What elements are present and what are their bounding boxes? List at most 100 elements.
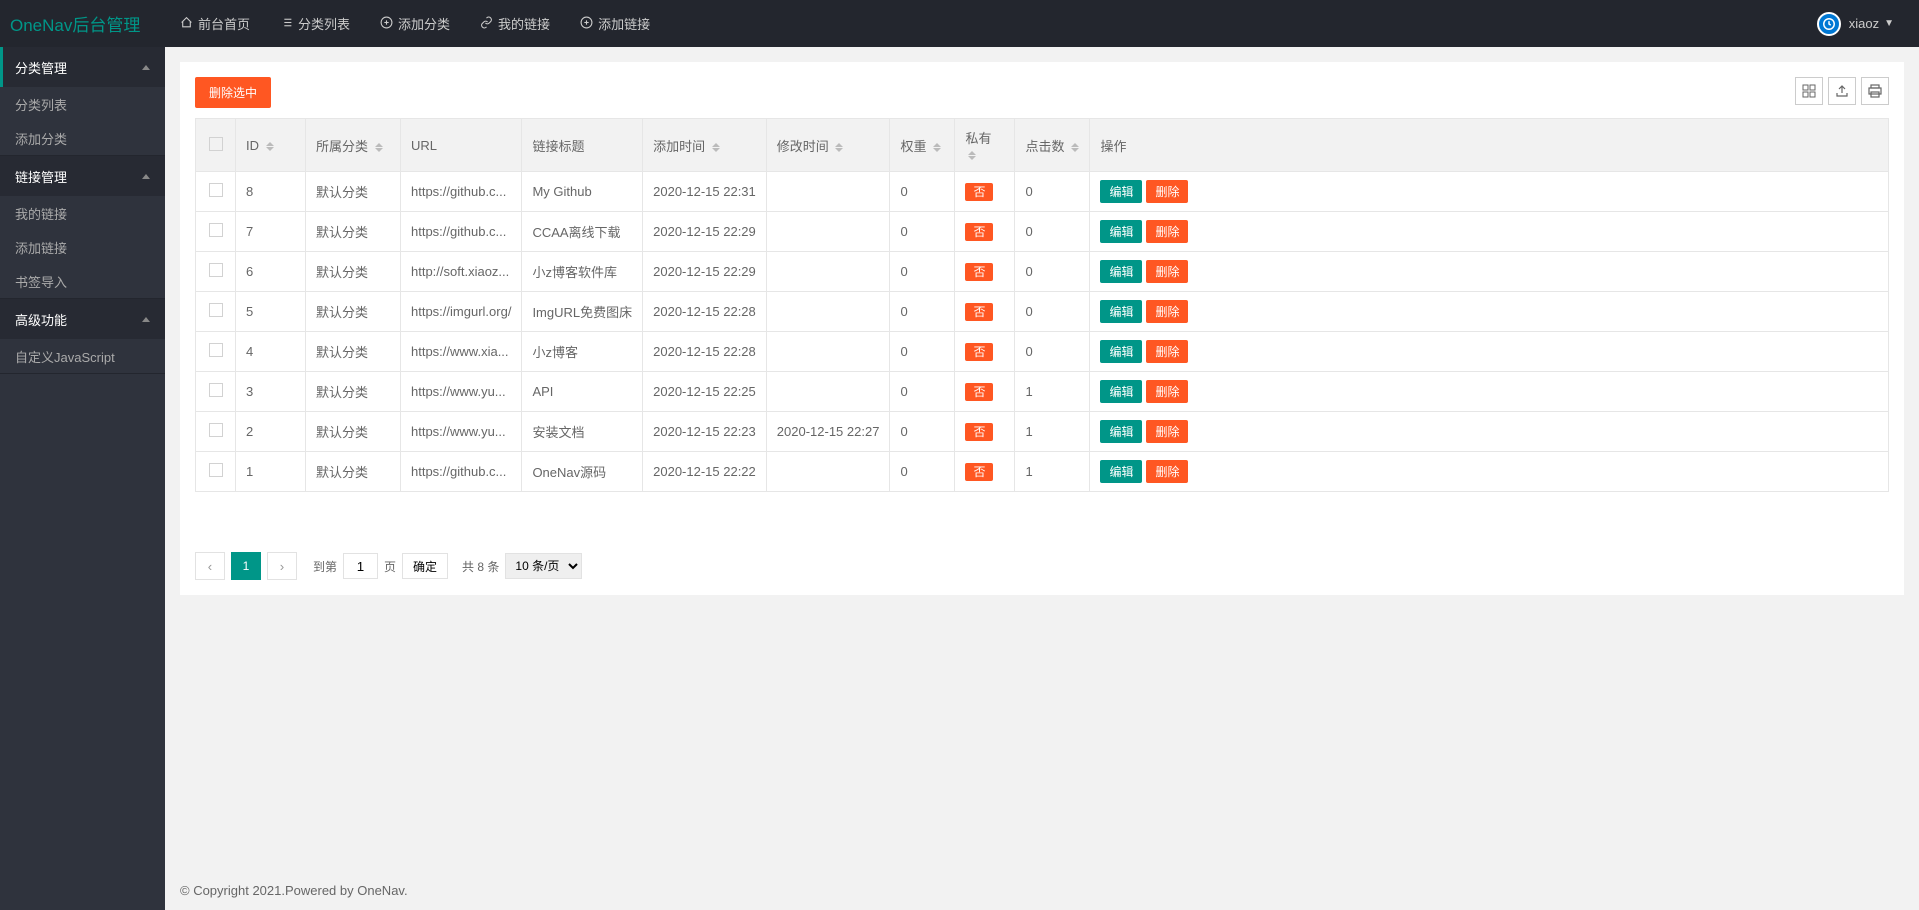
cell-weight: 0	[890, 252, 955, 292]
row-checkbox[interactable]	[209, 183, 223, 197]
row-checkbox[interactable]	[209, 463, 223, 477]
th-weight[interactable]: 权重	[890, 119, 955, 172]
th-id[interactable]: ID	[236, 119, 306, 172]
cell-category: 默认分类	[306, 452, 401, 492]
cell-modtime	[766, 372, 890, 412]
select-all-checkbox[interactable]	[209, 137, 223, 151]
footer: © Copyright 2021.Powered by OneNav.	[165, 871, 1919, 910]
row-checkbox[interactable]	[209, 263, 223, 277]
cell-action: 编辑删除	[1090, 212, 1889, 252]
sort-icon[interactable]	[375, 143, 383, 152]
delete-button[interactable]: 删除	[1146, 460, 1188, 483]
side-item-1-0[interactable]: 我的链接	[0, 196, 165, 230]
th-category[interactable]: 所属分类	[306, 119, 401, 172]
link-icon	[480, 16, 493, 32]
cell-clicks: 1	[1015, 372, 1090, 412]
delete-button[interactable]: 删除	[1146, 380, 1188, 403]
edit-button[interactable]: 编辑	[1100, 260, 1142, 283]
row-checkbox[interactable]	[209, 343, 223, 357]
goto-confirm-button[interactable]: 确定	[402, 553, 448, 579]
delete-button[interactable]: 删除	[1146, 180, 1188, 203]
edit-button[interactable]: 编辑	[1100, 180, 1142, 203]
columns-icon[interactable]	[1795, 77, 1823, 105]
side-group-2[interactable]: 高级功能	[0, 299, 165, 339]
cell-category: 默认分类	[306, 252, 401, 292]
row-checkbox[interactable]	[209, 223, 223, 237]
cell-category: 默认分类	[306, 372, 401, 412]
nav-2[interactable]: 添加分类	[365, 0, 465, 47]
cell-clicks: 0	[1015, 212, 1090, 252]
cell-action: 编辑删除	[1090, 252, 1889, 292]
edit-button[interactable]: 编辑	[1100, 300, 1142, 323]
cell-weight: 0	[890, 212, 955, 252]
private-no-tag: 否	[965, 343, 993, 361]
cell-modtime	[766, 452, 890, 492]
side-group-0[interactable]: 分类管理	[0, 47, 165, 87]
cell-private: 否	[955, 332, 1015, 372]
print-icon[interactable]	[1861, 77, 1889, 105]
delete-selected-button[interactable]: 删除选中	[195, 77, 271, 108]
cell-category: 默认分类	[306, 292, 401, 332]
side-item-1-1[interactable]: 添加链接	[0, 230, 165, 264]
edit-button[interactable]: 编辑	[1100, 460, 1142, 483]
total-label: 共 8 条	[462, 558, 499, 575]
nav-1[interactable]: 分类列表	[265, 0, 365, 47]
sort-icon[interactable]	[1071, 143, 1079, 152]
main-content: 删除选中 ID 所属分类 URL 链接标题 添加时间 修改时间 权重 私有 点击…	[165, 47, 1919, 610]
nav-0[interactable]: 前台首页	[165, 0, 265, 47]
table-row: 2 默认分类 https://www.yu... 安装文档 2020-12-15…	[196, 412, 1889, 452]
sort-icon[interactable]	[835, 143, 843, 152]
th-addtime[interactable]: 添加时间	[643, 119, 767, 172]
app-logo[interactable]: OneNav后台管理	[0, 11, 165, 36]
table-row: 8 默认分类 https://github.c... My Github 202…	[196, 172, 1889, 212]
export-icon[interactable]	[1828, 77, 1856, 105]
th-clicks[interactable]: 点击数	[1015, 119, 1090, 172]
side-item-0-0[interactable]: 分类列表	[0, 87, 165, 121]
cell-url: http://soft.xiaoz...	[401, 252, 522, 292]
cell-category: 默认分类	[306, 332, 401, 372]
delete-button[interactable]: 删除	[1146, 220, 1188, 243]
links-table: ID 所属分类 URL 链接标题 添加时间 修改时间 权重 私有 点击数 操作 …	[195, 118, 1889, 492]
delete-button[interactable]: 删除	[1146, 300, 1188, 323]
cell-url: https://www.yu...	[401, 412, 522, 452]
cell-action: 编辑删除	[1090, 412, 1889, 452]
user-menu[interactable]: xiaoz ▼	[1807, 12, 1904, 36]
cell-action: 编辑删除	[1090, 172, 1889, 212]
sort-icon[interactable]	[933, 143, 941, 152]
row-checkbox[interactable]	[209, 423, 223, 437]
next-page-button[interactable]: ›	[267, 552, 297, 580]
per-page-select[interactable]: 10 条/页	[505, 553, 582, 579]
sidebar: 分类管理 分类列表添加分类 链接管理 我的链接添加链接书签导入 高级功能 自定义…	[0, 47, 165, 910]
footer-link[interactable]: OneNav	[357, 883, 404, 898]
top-nav: 前台首页分类列表添加分类我的链接添加链接	[165, 0, 1807, 47]
delete-button[interactable]: 删除	[1146, 260, 1188, 283]
page-1[interactable]: 1	[231, 552, 261, 580]
delete-button[interactable]: 删除	[1146, 340, 1188, 363]
side-item-2-0[interactable]: 自定义JavaScript	[0, 339, 165, 373]
nav-4[interactable]: 添加链接	[565, 0, 665, 47]
edit-button[interactable]: 编辑	[1100, 340, 1142, 363]
prev-page-button[interactable]: ‹	[195, 552, 225, 580]
delete-button[interactable]: 删除	[1146, 420, 1188, 443]
th-private[interactable]: 私有	[955, 119, 1015, 172]
side-item-1-2[interactable]: 书签导入	[0, 264, 165, 298]
side-item-0-1[interactable]: 添加分类	[0, 121, 165, 155]
sort-icon[interactable]	[712, 143, 720, 152]
nav-3[interactable]: 我的链接	[465, 0, 565, 47]
cell-title: ImgURL免费图床	[522, 292, 643, 332]
plus-circle-icon	[380, 16, 393, 32]
th-modtime[interactable]: 修改时间	[766, 119, 890, 172]
goto-page-input[interactable]	[343, 553, 378, 579]
cell-weight: 0	[890, 412, 955, 452]
cell-clicks: 0	[1015, 172, 1090, 212]
edit-button[interactable]: 编辑	[1100, 380, 1142, 403]
sort-icon[interactable]	[266, 142, 274, 151]
edit-button[interactable]: 编辑	[1100, 420, 1142, 443]
edit-button[interactable]: 编辑	[1100, 220, 1142, 243]
cell-category: 默认分类	[306, 172, 401, 212]
side-group-1[interactable]: 链接管理	[0, 156, 165, 196]
row-checkbox[interactable]	[209, 303, 223, 317]
sort-icon[interactable]	[968, 151, 976, 160]
cell-title: API	[522, 372, 643, 412]
row-checkbox[interactable]	[209, 383, 223, 397]
